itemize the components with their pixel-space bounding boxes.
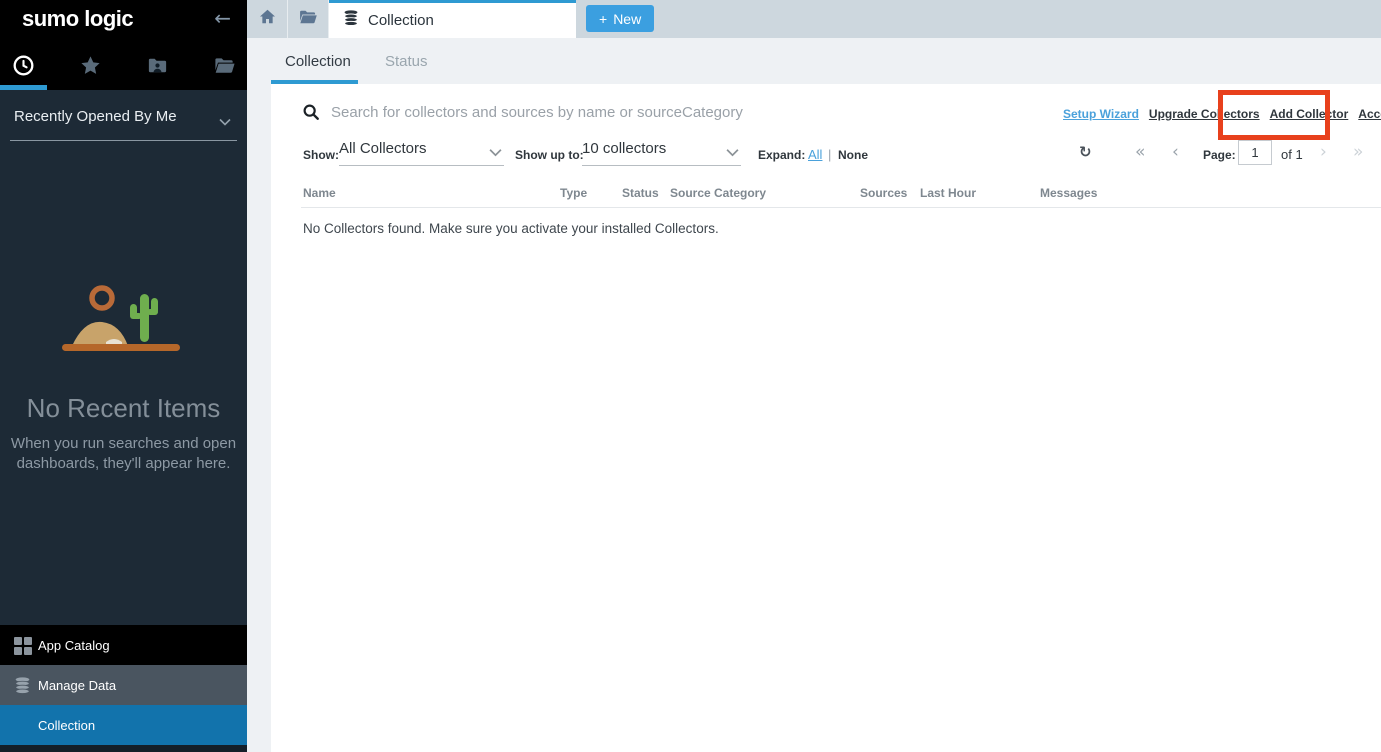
shared-library-icon[interactable] [145,54,169,78]
column-header-source-category: Source Category [670,186,766,200]
expand-none-link[interactable]: None [838,148,868,162]
tab-label: Collection [368,12,434,29]
home-icon [258,7,277,31]
add-collector-link[interactable]: Add Collector [1270,107,1349,121]
show-label: Show: [303,148,339,162]
new-button-label: New [613,11,641,27]
page-label: Page: [1203,148,1236,162]
search-icon [302,103,320,126]
last-page-button[interactable]: » [1353,142,1363,162]
folder-icon [298,7,318,32]
access-keys-link[interactable]: Access Keys [1358,107,1381,121]
expand-divider: | [828,147,831,162]
expand-all-link[interactable]: All [808,147,822,162]
column-header-sources: Sources [860,186,907,200]
tab-collection[interactable]: Collection [329,0,576,38]
empty-state-title: No Recent Items [0,393,247,424]
first-page-button[interactable]: « [1135,142,1145,162]
expand-label: Expand: [758,148,805,162]
plus-icon: + [599,11,607,27]
database-icon [14,677,31,694]
sidebar-header: sumo logic ← [0,0,247,90]
upgrade-collectors-link[interactable]: Upgrade Collectors [1149,107,1260,121]
refresh-icon[interactable]: ↻ [1079,143,1092,161]
prev-page-button[interactable]: ‹ [1172,142,1179,162]
sumo-logic-logo: sumo logic [22,6,133,32]
main-area: Collection + New Collection Status Setup… [247,0,1381,752]
recent-clock-icon[interactable] [11,54,35,78]
app-catalog-grid-icon [14,637,31,654]
show-up-to-select-value: 10 collectors [582,140,666,157]
home-tab-button[interactable] [247,0,288,38]
sidebar-item-label: Manage Data [38,678,116,693]
next-page-button[interactable]: › [1320,142,1327,162]
page-total: of 1 [1281,147,1303,162]
column-header-messages: Messages [1040,186,1097,200]
active-nav-indicator [0,85,47,90]
library-tab-button[interactable] [288,0,329,38]
no-collectors-message: No Collectors found. Make sure you activ… [303,221,719,236]
subtab-bar: Collection Status [247,38,1381,84]
desert-illustration [54,282,194,362]
column-header-status: Status [622,186,659,200]
show-select[interactable]: All Collectors [339,140,504,166]
page-number-input[interactable] [1238,140,1272,165]
sidebar-item-app-catalog[interactable]: App Catalog [0,625,247,665]
sidebar: sumo logic ← Recently Opened By Me [0,0,247,752]
tab-strip: Collection + New [247,0,1381,38]
collection-panel: Setup Wizard Upgrade Collectors Add Coll… [271,84,1381,752]
column-header-type: Type [560,186,587,200]
search-input[interactable] [331,101,991,123]
column-header-last-hour: Last Hour [920,186,976,200]
new-button[interactable]: + New [586,5,654,32]
chevron-down-icon [489,148,502,157]
chevron-down-icon [726,148,739,157]
sidebar-item-label: App Catalog [38,638,110,653]
show-select-value: All Collectors [339,140,427,157]
show-up-to-select[interactable]: 10 collectors [582,140,741,166]
column-header-name: Name [303,186,336,200]
table-header-divider [301,207,1381,208]
empty-state-subtitle: When you run searches and open dashboard… [8,434,240,473]
recent-filter-dropdown[interactable]: Recently Opened By Me [10,104,237,141]
collapse-sidebar-icon[interactable]: ← [214,6,231,30]
sidebar-empty-state: No Recent Items When you run searches an… [0,282,247,473]
database-icon [343,10,359,31]
setup-wizard-link[interactable]: Setup Wizard [1063,107,1139,121]
show-up-to-label: Show up to: [515,148,584,162]
collector-links: Setup Wizard Upgrade Collectors Add Coll… [1063,107,1381,121]
recent-filter-label: Recently Opened By Me [14,108,177,125]
sidebar-item-manage-data[interactable]: Manage Data [0,665,247,705]
library-folder-icon[interactable] [212,54,236,78]
sidebar-item-collection[interactable]: Collection [0,705,247,745]
subtab-status[interactable]: Status [385,53,428,70]
subtab-collection[interactable]: Collection [285,53,351,70]
favorites-star-icon[interactable] [78,54,102,78]
sidebar-bottom-strip [0,745,247,752]
sidebar-item-label: Collection [38,718,95,733]
chevron-down-icon [219,113,231,131]
